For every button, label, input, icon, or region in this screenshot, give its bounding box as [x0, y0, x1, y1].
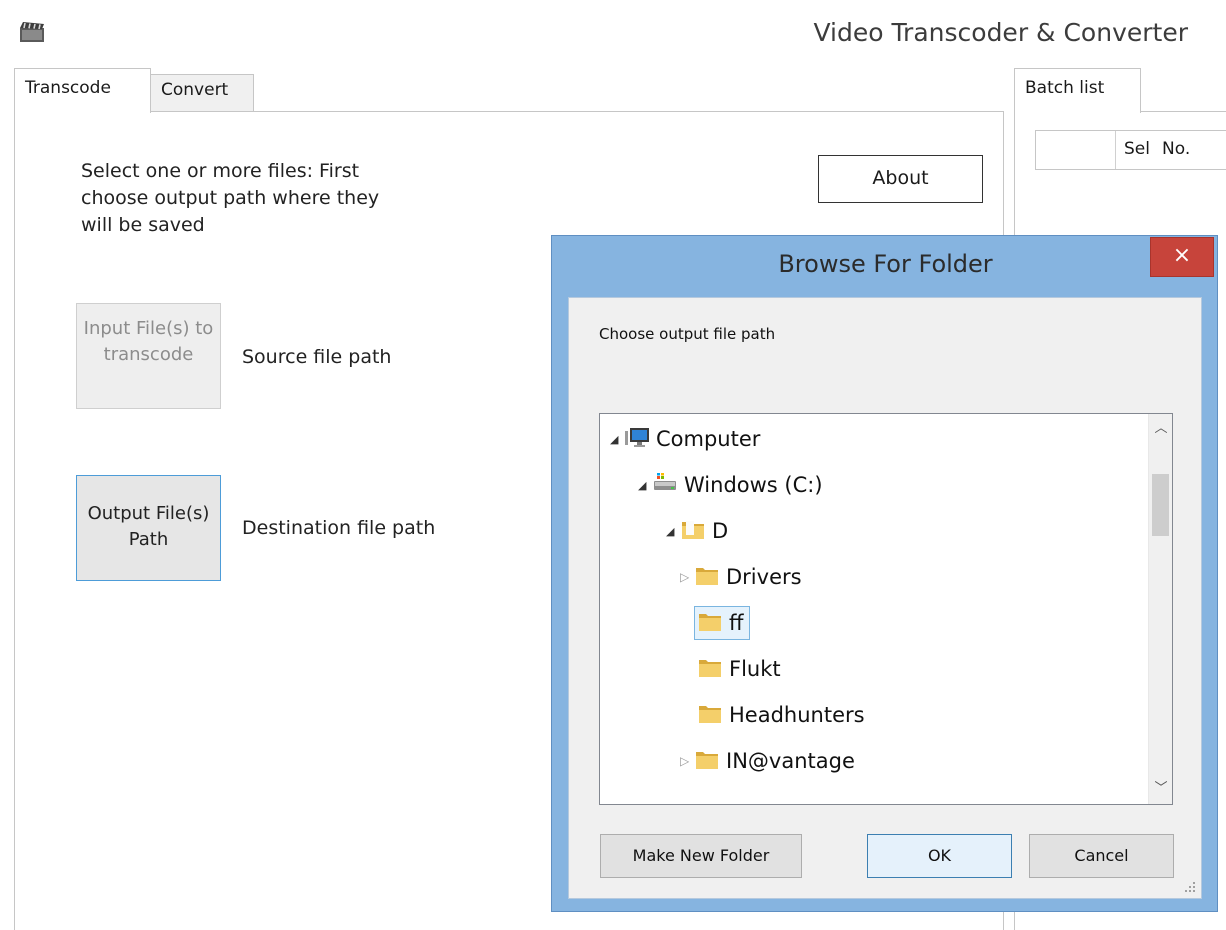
- scroll-down-arrow-icon[interactable]: ﹀: [1149, 774, 1172, 804]
- ok-button[interactable]: OK: [867, 834, 1012, 878]
- clapperboard-icon[interactable]: [18, 20, 46, 44]
- main-tab-strip: Transcode Convert: [14, 68, 1004, 113]
- dialog-close-button[interactable]: ×: [1150, 237, 1214, 277]
- title-bar: Video Transcoder & Converter: [0, 0, 1226, 66]
- tree-item-label: Windows (C:): [684, 473, 823, 497]
- collapsed-arrow-icon[interactable]: ▷: [680, 561, 694, 593]
- tree-item-label: Flukt: [729, 657, 781, 681]
- folder-icon: [699, 706, 721, 723]
- destination-path-label: Destination file path: [242, 517, 436, 539]
- expanded-arrow-icon[interactable]: ◢: [666, 516, 680, 548]
- tree-item-label: D: [712, 519, 729, 543]
- tree-scrollbar[interactable]: ︿ ﹀: [1148, 414, 1172, 804]
- batch-tab-strip: Batch list: [1014, 68, 1226, 113]
- tree-item-drivers[interactable]: ▷ Drivers: [680, 561, 802, 595]
- scroll-thumb[interactable]: [1152, 474, 1169, 536]
- folder-icon: [699, 660, 721, 677]
- dialog-prompt: Choose output file path: [599, 325, 776, 343]
- source-path-label: Source file path: [242, 346, 392, 368]
- tree-item-headhunters[interactable]: Headhunters: [697, 699, 865, 733]
- batch-grid-header: Sel No.: [1035, 130, 1226, 170]
- scroll-up-arrow-icon[interactable]: ︿: [1149, 414, 1172, 444]
- cancel-button[interactable]: Cancel: [1029, 834, 1174, 878]
- expanded-arrow-icon[interactable]: ◢: [610, 424, 624, 456]
- computer-icon: [625, 428, 649, 447]
- folder-icon: [696, 752, 718, 769]
- window-title: Video Transcoder & Converter: [813, 18, 1188, 47]
- tree-item-label: Headhunters: [729, 703, 865, 727]
- drive-icon: [654, 473, 676, 490]
- folder-icon: [682, 521, 704, 539]
- tab-batch-list[interactable]: Batch list: [1014, 68, 1141, 113]
- tree-item-d[interactable]: ◢ D: [666, 515, 728, 549]
- about-button[interactable]: About: [818, 155, 983, 203]
- dialog-title: Browse For Folder: [778, 250, 993, 278]
- tree-item-flukt[interactable]: Flukt: [697, 653, 781, 687]
- tree-item-label: IN@vantage: [726, 749, 855, 773]
- browse-folder-dialog: Browse For Folder × Choose output file p…: [551, 235, 1218, 912]
- tree-item-computer[interactable]: ◢ Computer: [610, 423, 760, 457]
- collapsed-arrow-icon[interactable]: ▷: [680, 745, 694, 777]
- output-path-button[interactable]: Output File(s) Path: [76, 475, 221, 581]
- tab-transcode[interactable]: Transcode: [14, 68, 151, 113]
- folder-tree[interactable]: ◢ Computer ◢ Windows (C:) ◢ D ▷ Drivers …: [599, 413, 1173, 805]
- tree-item-ff[interactable]: ff: [694, 606, 751, 640]
- instructions-text: Select one or more files: First choose o…: [81, 160, 380, 236]
- grid-column-sel[interactable]: Sel: [1124, 139, 1150, 159]
- tree-item-invantage[interactable]: ▷ IN@vantage: [680, 745, 855, 779]
- dialog-body: Choose output file path ◢ Computer ◢ Win…: [568, 297, 1202, 899]
- expanded-arrow-icon[interactable]: ◢: [638, 470, 652, 502]
- tree-item-windows-c[interactable]: ◢ Windows (C:): [638, 469, 823, 503]
- grid-column-no[interactable]: No.: [1162, 139, 1190, 159]
- grid-column-blank[interactable]: [1036, 131, 1116, 169]
- tab-convert[interactable]: Convert: [150, 74, 254, 112]
- close-icon: ×: [1172, 243, 1192, 268]
- resize-grip-icon[interactable]: [1183, 880, 1197, 894]
- tree-item-label: Computer: [656, 427, 761, 451]
- tree-item-label: Drivers: [726, 565, 802, 589]
- folder-icon: [696, 568, 718, 585]
- input-files-button[interactable]: Input File(s) to transcode: [76, 303, 221, 409]
- folder-icon: [699, 614, 721, 631]
- make-new-folder-button[interactable]: Make New Folder: [600, 834, 802, 878]
- tree-item-label: ff: [729, 611, 744, 635]
